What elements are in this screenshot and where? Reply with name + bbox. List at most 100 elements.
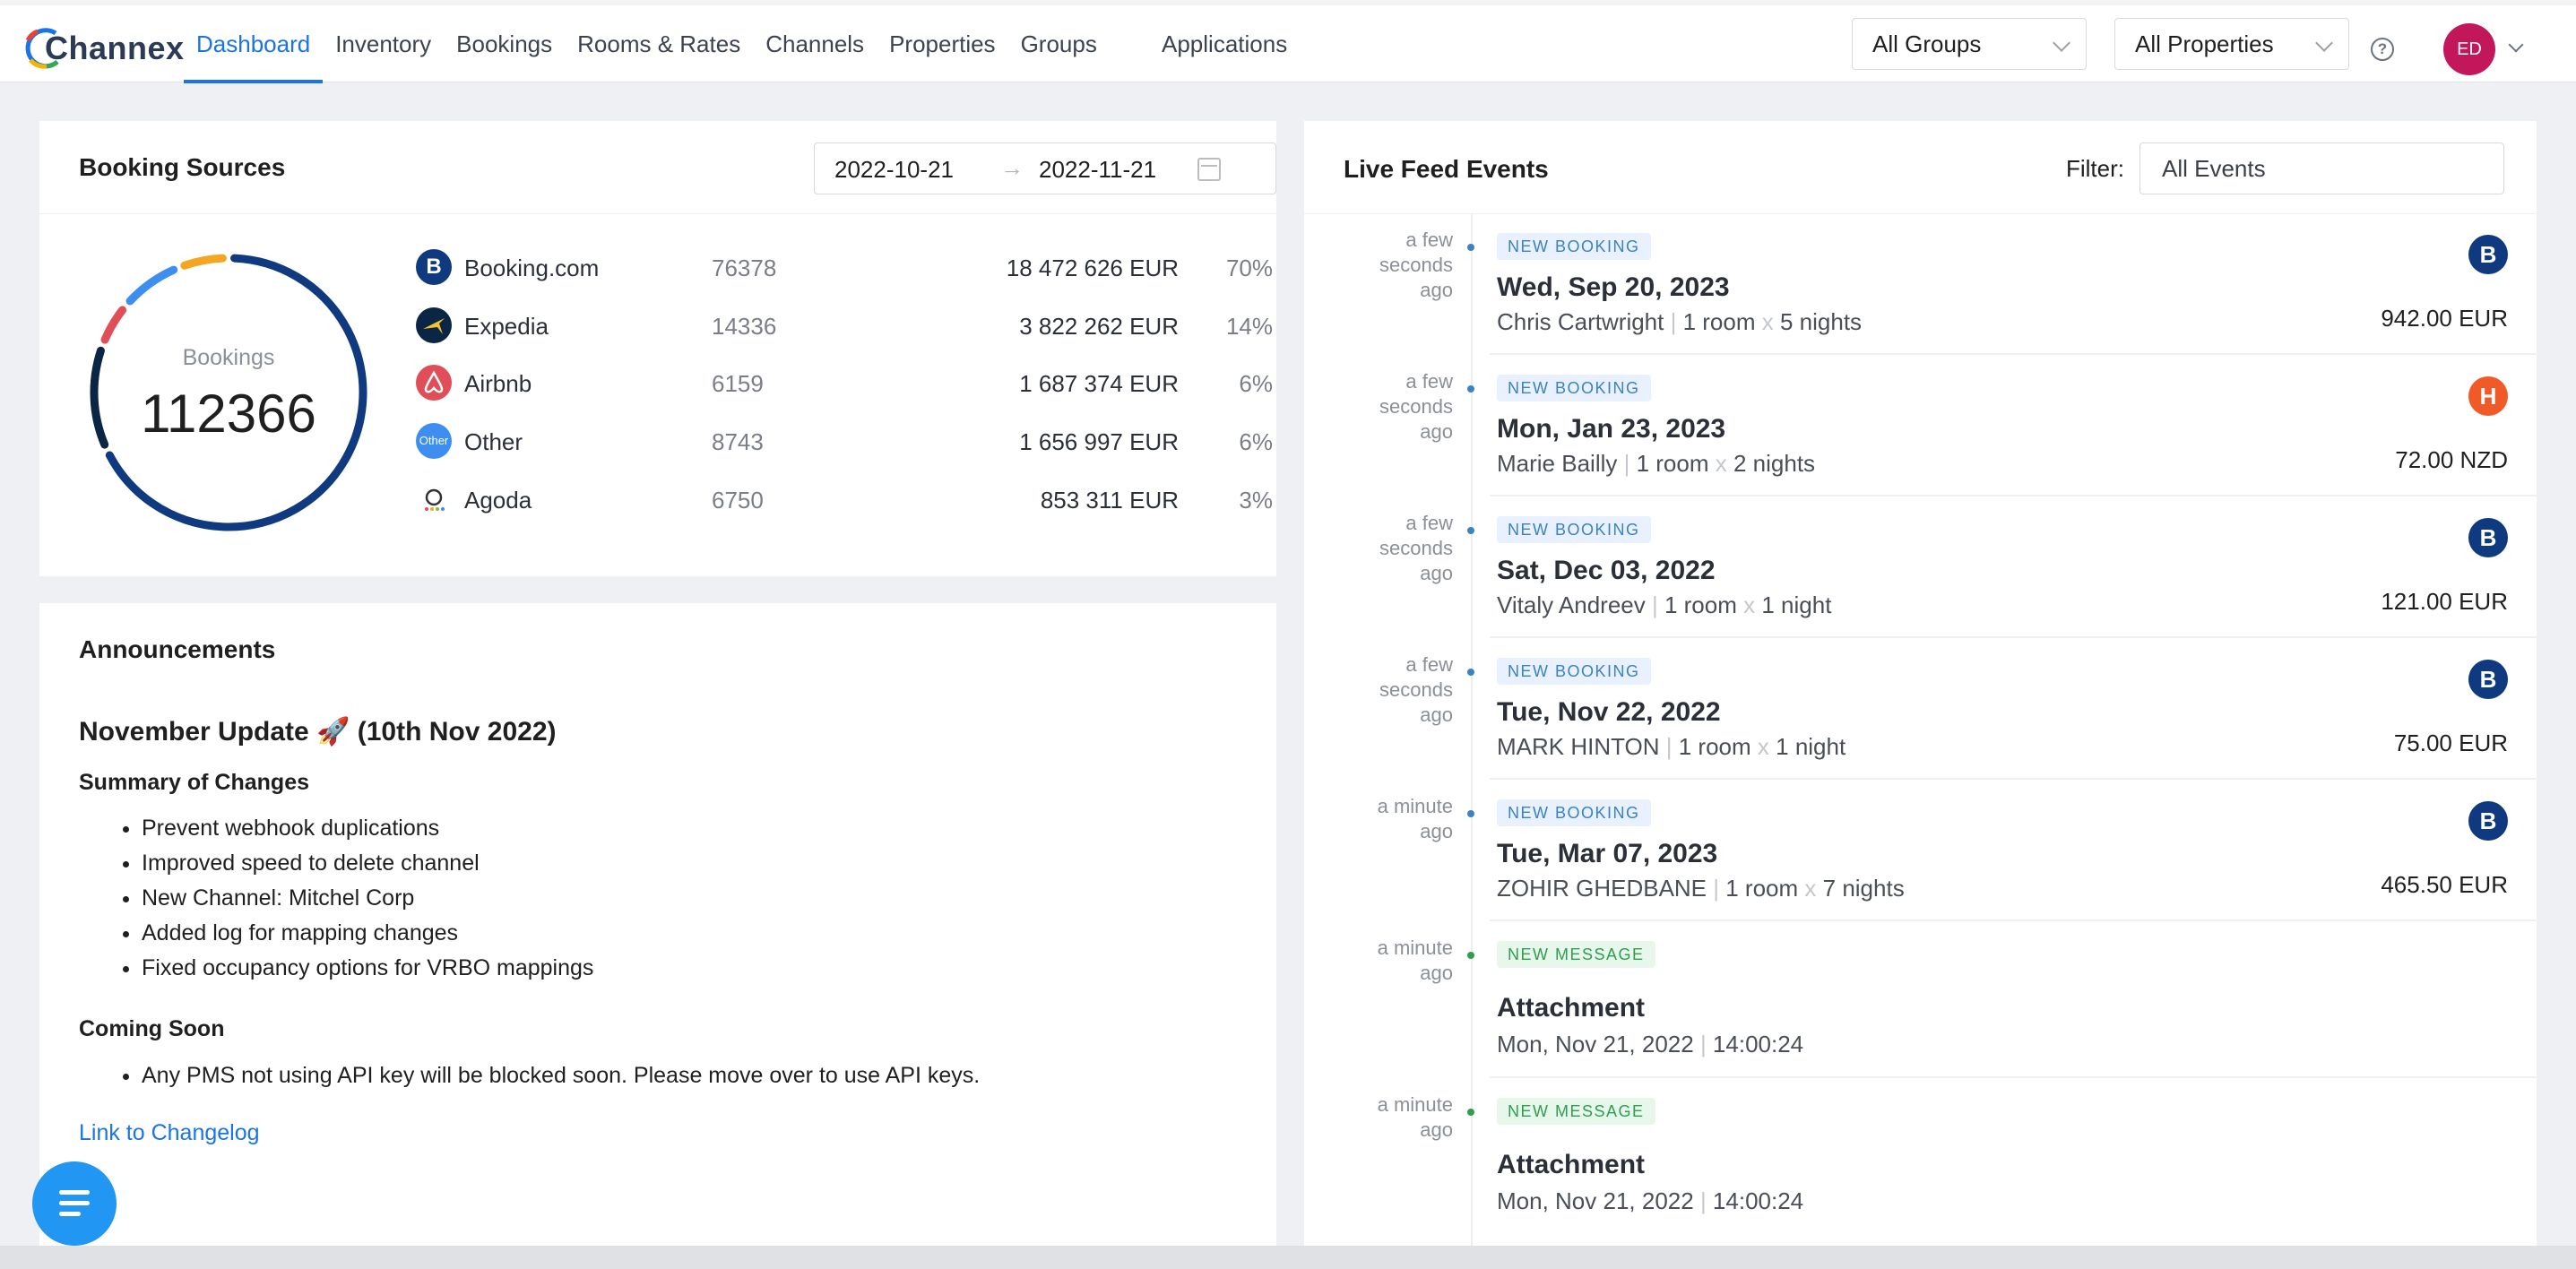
properties-select[interactable]: All Properties bbox=[2114, 18, 2349, 70]
event-tag: NEW MESSAGE bbox=[1497, 1098, 1655, 1125]
date-to[interactable]: 2022-11-21 bbox=[1039, 156, 1156, 184]
event-time: a minute ago bbox=[1377, 937, 1453, 984]
event-tag: NEW BOOKING bbox=[1497, 658, 1651, 685]
groups-select[interactable]: All Groups bbox=[1852, 18, 2087, 70]
channex-logo[interactable]: Channex bbox=[20, 22, 185, 75]
event-tag: NEW BOOKING bbox=[1497, 516, 1651, 543]
events-filter-select[interactable]: All Events bbox=[2139, 142, 2504, 194]
source-row-other: Other Other 8743 1 656 997 EUR 6% bbox=[416, 418, 1276, 462]
announcements-title: Announcements bbox=[79, 635, 276, 663]
message-date: Mon, Nov 21, 2022 bbox=[1497, 1031, 1694, 1058]
event-details: Vitaly Andreev | 1 room x 1 night bbox=[1497, 591, 1832, 618]
nav-dashboard[interactable]: Dashboard bbox=[184, 5, 324, 83]
nav-inventory[interactable]: Inventory bbox=[323, 5, 444, 82]
source-row-expedia: Expedia 14336 3 822 262 EUR 14% bbox=[416, 302, 1276, 347]
nav-groups[interactable]: Groups bbox=[1008, 5, 1110, 82]
divider bbox=[1304, 213, 2537, 214]
feed-event[interactable]: a minute ago NEW MESSAGE Attachment Mon,… bbox=[1304, 937, 2537, 1084]
main-nav: Dashboard Inventory Bookings Rooms & Rat… bbox=[184, 5, 1110, 83]
source-revenue: 18 472 626 EUR bbox=[1006, 255, 1179, 281]
timeline-dot bbox=[1467, 527, 1474, 534]
horizontal-scrollbar[interactable] bbox=[0, 1246, 2576, 1269]
user-avatar[interactable]: ED bbox=[2443, 23, 2495, 75]
booking-com-icon: B bbox=[416, 249, 452, 285]
nav-rooms-rates[interactable]: Rooms & Rates bbox=[565, 5, 753, 82]
event-tag: NEW BOOKING bbox=[1497, 375, 1651, 401]
source-percent: 70% bbox=[1225, 255, 1273, 281]
agoda-icon bbox=[416, 481, 452, 517]
feed-event[interactable]: a few seconds ago NEW BOOKING B Tue, Nov… bbox=[1304, 653, 2537, 792]
divider bbox=[1490, 636, 2537, 638]
event-amount: 121.00 EUR bbox=[2381, 588, 2508, 615]
timeline-dot bbox=[1467, 385, 1474, 393]
source-percent: 3% bbox=[1239, 487, 1273, 514]
date-from[interactable]: 2022-10-21 bbox=[834, 156, 954, 184]
booking-com-icon: B bbox=[2468, 801, 2508, 841]
donut-total: 112366 bbox=[141, 384, 316, 444]
event-details: MARK HINTON | 1 room x 1 night bbox=[1497, 733, 1846, 760]
date-range-picker[interactable]: 2022-10-21 → 2022-11-21 bbox=[814, 142, 1276, 194]
list-item: Added log for mapping changes bbox=[142, 916, 593, 951]
event-details: Chris Cartwright | 1 room x 5 nights bbox=[1497, 308, 1863, 335]
user-menu-chevron-icon[interactable] bbox=[2508, 37, 2524, 53]
feed-event[interactable]: a few seconds ago NEW BOOKING B Sat, Dec… bbox=[1304, 512, 2537, 651]
timeline-dot bbox=[1467, 952, 1474, 959]
night-count: 1 night bbox=[1776, 733, 1846, 760]
hotels-com-icon: H bbox=[2468, 376, 2508, 416]
announcements-card: Announcements November Update 🚀 (10th No… bbox=[39, 603, 1276, 1248]
event-tag: NEW BOOKING bbox=[1497, 799, 1651, 826]
list-item: New Channel: Mitchel Corp bbox=[142, 881, 593, 916]
source-percent: 6% bbox=[1239, 428, 1273, 455]
source-row-agoda: Agoda 6750 853 311 EUR 3% bbox=[416, 476, 1276, 521]
donut-segment-airbnb bbox=[100, 306, 127, 344]
guest-name: MARK HINTON bbox=[1497, 733, 1660, 760]
chevron-down-icon bbox=[2053, 34, 2070, 52]
divider bbox=[39, 213, 1276, 214]
divider bbox=[1490, 495, 2537, 496]
event-date: Tue, Nov 22, 2022 bbox=[1497, 697, 1721, 727]
timeline-dot bbox=[1467, 244, 1474, 251]
event-details: Mon, Nov 21, 2022 | 14:00:24 bbox=[1497, 1031, 1804, 1058]
source-revenue: 1 687 374 EUR bbox=[1019, 370, 1179, 397]
airbnb-icon bbox=[416, 365, 452, 401]
event-time: a minute ago bbox=[1377, 1093, 1453, 1141]
source-count: 6750 bbox=[712, 487, 764, 514]
night-count: 7 nights bbox=[1822, 875, 1905, 902]
help-icon[interactable]: ? bbox=[2371, 38, 2394, 61]
nav-properties[interactable]: Properties bbox=[877, 5, 1008, 82]
nav-bookings[interactable]: Bookings bbox=[444, 5, 565, 82]
event-date: Tue, Mar 07, 2023 bbox=[1497, 839, 1718, 868]
donut-segment-other bbox=[125, 265, 178, 306]
coming-soon-heading: Coming Soon bbox=[79, 1016, 225, 1041]
room-count: 1 room bbox=[1678, 733, 1751, 760]
event-date: Mon, Jan 23, 2023 bbox=[1497, 414, 1726, 444]
event-date: Sat, Dec 03, 2022 bbox=[1497, 556, 1716, 585]
booking-com-icon: B bbox=[2468, 660, 2508, 699]
feed-event[interactable]: a minute ago NEW BOOKING B Tue, Mar 07, … bbox=[1304, 795, 2537, 934]
changelog-link[interactable]: Link to Changelog bbox=[79, 1120, 260, 1146]
list-item: Improved speed to delete channel bbox=[142, 846, 593, 881]
source-revenue: 1 656 997 EUR bbox=[1019, 428, 1179, 455]
source-revenue: 3 822 262 EUR bbox=[1019, 313, 1179, 340]
feed-event[interactable]: a few seconds ago NEW BOOKING H Mon, Jan… bbox=[1304, 370, 2537, 509]
source-count: 6159 bbox=[712, 370, 764, 397]
nav-channels[interactable]: Channels bbox=[753, 5, 877, 82]
feed-event[interactable]: a few seconds ago NEW BOOKING B Wed, Sep… bbox=[1304, 229, 2537, 367]
booking-com-icon: B bbox=[2468, 235, 2508, 274]
nav-applications[interactable]: Applications bbox=[1162, 5, 1287, 82]
source-name: Airbnb bbox=[464, 370, 532, 397]
source-percent: 6% bbox=[1239, 370, 1273, 397]
source-revenue: 853 311 EUR bbox=[1040, 487, 1179, 514]
room-count: 1 room bbox=[1682, 308, 1756, 335]
event-amount: 465.50 EUR bbox=[2381, 871, 2508, 898]
event-amount: 75.00 EUR bbox=[2393, 729, 2508, 756]
donut-segment-agoda bbox=[180, 254, 227, 270]
event-date: Wed, Sep 20, 2023 bbox=[1497, 272, 1730, 302]
timeline-dot bbox=[1467, 810, 1474, 817]
expedia-icon bbox=[416, 307, 452, 343]
source-count: 8743 bbox=[712, 428, 764, 455]
chat-support-button[interactable] bbox=[32, 1161, 117, 1246]
source-name: Booking.com bbox=[464, 255, 600, 281]
feed-event[interactable]: a minute ago NEW MESSAGE Attachment Mon,… bbox=[1304, 1093, 2537, 1241]
event-details: Marie Bailly | 1 room x 2 nights bbox=[1497, 450, 1816, 477]
